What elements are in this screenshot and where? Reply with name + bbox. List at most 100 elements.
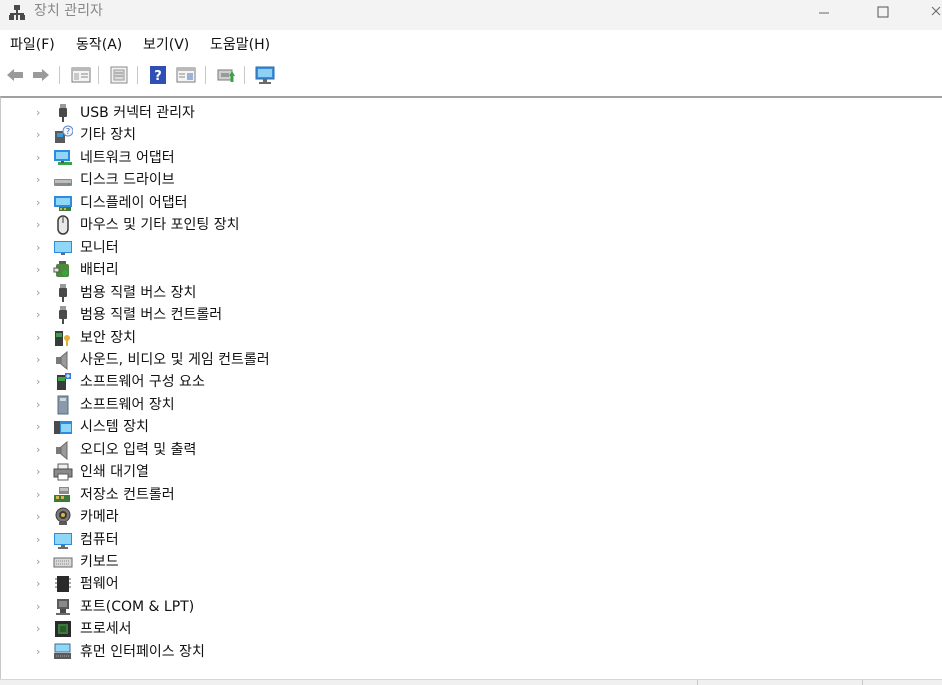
- tree-node[interactable]: › 소프트웨어 장치: [1, 394, 941, 416]
- tree-node[interactable]: › 저장소 컨트롤러: [1, 484, 941, 506]
- port-icon: [56, 598, 70, 615]
- device-manager-icon: [9, 5, 25, 20]
- update-driver-icon[interactable]: [215, 64, 237, 86]
- tree-node[interactable]: › 인쇄 대기열: [1, 461, 941, 483]
- tree-node-label: 시스템 장치: [80, 419, 149, 436]
- tree-node-label: 카메라: [80, 509, 119, 526]
- hid-icon: [54, 643, 71, 659]
- tree-node-label: 사운드, 비디오 및 게임 컨트롤러: [80, 351, 270, 368]
- tree-node-label: 오디오 입력 및 출력: [80, 441, 197, 458]
- chevron-right-icon[interactable]: ›: [36, 553, 40, 571]
- status-bar: [0, 679, 942, 685]
- tree-node-label: 네트워크 어댑터: [80, 149, 175, 166]
- chevron-right-icon[interactable]: ›: [36, 126, 40, 144]
- chevron-right-icon[interactable]: ›: [36, 508, 40, 526]
- chevron-right-icon[interactable]: ›: [36, 149, 40, 167]
- tree-node[interactable]: › 사운드, 비디오 및 게임 컨트롤러: [1, 349, 941, 371]
- tree-node[interactable]: › 오디오 입력 및 출력: [1, 439, 941, 461]
- tree-node-label: 디스크 드라이브: [80, 172, 175, 189]
- chevron-right-icon[interactable]: ›: [36, 396, 40, 414]
- help-icon[interactable]: ?: [147, 64, 169, 86]
- chevron-right-icon[interactable]: ›: [36, 284, 40, 302]
- close-button[interactable]: [920, 0, 942, 26]
- toolbar-separator: [98, 66, 99, 84]
- tree-node-label: 컴퓨터: [80, 531, 119, 548]
- menu-view[interactable]: 보기(V): [143, 37, 189, 53]
- chevron-right-icon[interactable]: ›: [36, 463, 40, 481]
- tree-node[interactable]: › USB 커넥터 관리자: [1, 102, 941, 124]
- maximize-button[interactable]: [860, 0, 906, 26]
- chevron-right-icon[interactable]: ›: [36, 351, 40, 369]
- menu-help[interactable]: 도움말(H): [210, 37, 270, 53]
- chevron-right-icon[interactable]: ›: [36, 306, 40, 324]
- camera-icon: [55, 507, 71, 526]
- minimize-button[interactable]: [800, 0, 846, 26]
- tree-node-label: 저장소 컨트롤러: [80, 486, 175, 503]
- chevron-right-icon[interactable]: ›: [36, 171, 40, 189]
- chevron-right-icon[interactable]: ›: [36, 441, 40, 459]
- chevron-right-icon[interactable]: ›: [36, 418, 40, 436]
- forward-icon[interactable]: [30, 64, 52, 86]
- toolbar-separator: [137, 66, 138, 84]
- speaker-icon: [56, 350, 68, 370]
- software-component-icon: [57, 373, 71, 391]
- tree-node[interactable]: › 포트(COM & LPT): [1, 596, 941, 618]
- tree-node[interactable]: › 네트워크 어댑터: [1, 147, 941, 169]
- toolbar-separator: [205, 66, 206, 84]
- display-adapter-icon: [54, 195, 72, 211]
- system-device-icon: [54, 421, 72, 435]
- tree-node[interactable]: › 모니터: [1, 237, 941, 259]
- chevron-right-icon[interactable]: ›: [36, 598, 40, 616]
- tree-node[interactable]: › 프로세서: [1, 618, 941, 640]
- chevron-right-icon[interactable]: ›: [36, 216, 40, 234]
- tree-node-label: 기타 장치: [80, 127, 136, 144]
- chevron-right-icon[interactable]: ›: [36, 620, 40, 638]
- chevron-right-icon[interactable]: ›: [36, 261, 40, 279]
- tree-node[interactable]: › 디스플레이 어댑터: [1, 192, 941, 214]
- status-divider: [862, 680, 863, 685]
- processor-icon: [55, 621, 71, 638]
- tree-node-label: 소프트웨어 장치: [80, 396, 175, 413]
- chevron-right-icon[interactable]: ›: [36, 373, 40, 391]
- tree-node[interactable]: › 소프트웨어 구성 요소: [1, 371, 941, 393]
- tree-node[interactable]: › 디스크 드라이브: [1, 169, 941, 191]
- properties-icon[interactable]: [70, 64, 92, 86]
- tree-node-label: 범용 직렬 버스 장치: [80, 284, 197, 301]
- menu-file[interactable]: 파일(F): [10, 37, 55, 53]
- tree-node[interactable]: › 범용 직렬 버스 컨트롤러: [1, 304, 941, 326]
- chevron-right-icon[interactable]: ›: [36, 329, 40, 347]
- scan-icon[interactable]: [108, 64, 130, 86]
- window-title: 장치 관리자: [34, 3, 103, 19]
- tree-node[interactable]: › 키보드: [1, 551, 941, 573]
- chevron-right-icon[interactable]: ›: [36, 104, 40, 122]
- tree-node[interactable]: › 컴퓨터: [1, 529, 941, 551]
- chevron-right-icon[interactable]: ›: [36, 575, 40, 593]
- tree-node[interactable]: › 카메라: [1, 506, 941, 528]
- unknown-device-icon: ?: [55, 125, 73, 144]
- tree-node[interactable]: › 마우스 및 기타 포인팅 장치: [1, 214, 941, 236]
- tree-node-label: 배터리: [80, 262, 119, 279]
- tree-node[interactable]: › 범용 직렬 버스 장치: [1, 282, 941, 304]
- usb-icon: [59, 306, 67, 325]
- storage-controller-icon: [54, 486, 70, 502]
- chevron-right-icon[interactable]: ›: [36, 194, 40, 212]
- menu-action[interactable]: 동작(A): [76, 37, 122, 53]
- computer-icon: [54, 532, 72, 549]
- tree-node[interactable]: › 시스템 장치: [1, 416, 941, 438]
- disk-drive-icon: [54, 179, 72, 187]
- svg-text:?: ?: [66, 127, 70, 136]
- back-icon[interactable]: [4, 64, 26, 86]
- view-icon[interactable]: [175, 64, 197, 86]
- tree-node[interactable]: › 보안 장치: [1, 327, 941, 349]
- chevron-right-icon[interactable]: ›: [36, 239, 40, 257]
- title-bar: 장치 관리자: [0, 0, 942, 30]
- chevron-right-icon[interactable]: ›: [36, 531, 40, 549]
- chevron-right-icon[interactable]: ›: [36, 486, 40, 504]
- tree-node[interactable]: › 배터리: [1, 259, 941, 281]
- tree-node[interactable]: ›? 기타 장치: [1, 124, 941, 146]
- chevron-right-icon[interactable]: ›: [36, 643, 40, 661]
- tree-node[interactable]: › 휴먼 인터페이스 장치: [1, 641, 941, 663]
- toolbar: ?: [0, 60, 942, 94]
- computer-icon[interactable]: [254, 64, 276, 86]
- tree-node[interactable]: › 펌웨어: [1, 573, 941, 595]
